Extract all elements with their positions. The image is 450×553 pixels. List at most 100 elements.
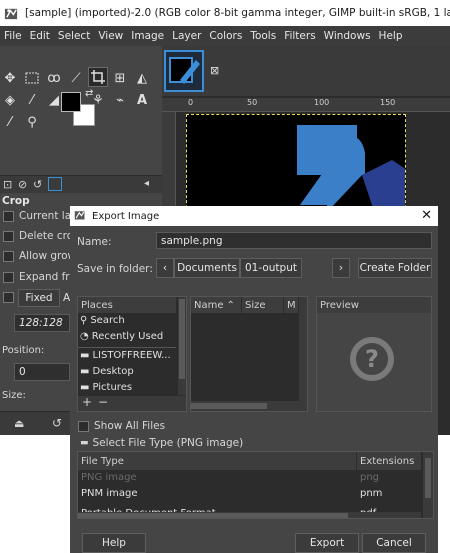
extensions-column-header[interactable]: Extensions [357, 452, 421, 470]
path-forward-button[interactable]: › [332, 258, 350, 278]
show-all-files-option[interactable]: Show All Files [78, 420, 165, 432]
preview-header: Preview [317, 297, 431, 313]
dialog-gimp-icon [74, 209, 86, 224]
tool-options-tab-icon[interactable]: ⊡ [3, 178, 12, 191]
text-tool-icon[interactable]: A [132, 90, 152, 110]
position-x-field[interactable]: 0 [14, 363, 70, 381]
path-back-button[interactable]: ‹ [156, 258, 174, 278]
cancel-button[interactable]: Cancel [362, 533, 426, 553]
delete-crop-option[interactable]: Delete crop [3, 230, 80, 242]
files-hscrollbar-thumb[interactable] [191, 403, 267, 409]
folder-icon: ▬ [80, 382, 90, 393]
move-tool-icon[interactable]: ✥ [0, 68, 20, 88]
place-desktop-label: Desktop [92, 366, 134, 377]
images-tab-icon[interactable] [48, 177, 62, 191]
warp-transform-tool-icon[interactable]: ◭ [132, 68, 152, 88]
fixed-checkbox[interactable] [3, 292, 14, 303]
dock-tabs: ⊡ ⊘ ↺ ◂ [0, 175, 162, 193]
menu-image[interactable]: Image [127, 30, 168, 42]
select-file-type-expander[interactable]: ▬ Select File Type (PNG image) [80, 437, 243, 449]
paintbrush-tool-icon[interactable]: ⁄ [22, 90, 42, 110]
place-recently-used[interactable]: ◔ Recently Used [80, 331, 163, 342]
place-listoffreew[interactable]: ▬ LISTOFFREEW... [80, 350, 171, 361]
bucket-fill-tool-icon[interactable]: ◈ [0, 90, 20, 110]
file-type-row[interactable]: PNM image pnm [78, 487, 421, 503]
place-search[interactable]: ⚲ Search [80, 315, 125, 326]
fixed-option[interactable] [3, 292, 19, 303]
menu-help[interactable]: Help [375, 30, 407, 42]
recent-icon: ◔ [80, 331, 89, 342]
file-type-hscrollbar-thumb[interactable] [78, 513, 348, 518]
menu-select[interactable]: Select [54, 30, 94, 42]
crumb-01-output[interactable]: 01-output [240, 258, 302, 278]
foreground-color-swatch[interactable] [61, 92, 81, 112]
sort-up-icon: ⌃ [226, 299, 235, 311]
export-button[interactable]: Export [295, 533, 359, 553]
current-layer-option[interactable]: Current lay [3, 210, 77, 222]
search-icon: ⚲ [80, 315, 88, 326]
menu-colors[interactable]: Colors [205, 30, 246, 42]
name-column-header[interactable]: Name ⌃ [191, 297, 241, 313]
file-type-row[interactable]: PNG image png [78, 471, 421, 487]
menu-edit[interactable]: Edit [26, 30, 54, 42]
color-picker-tool-icon[interactable]: ⁄ [0, 112, 20, 132]
show-all-files-label: Show All Files [94, 420, 166, 432]
close-image-tab-icon[interactable]: ⊠ [210, 64, 219, 77]
show-all-files-checkbox[interactable] [78, 420, 89, 432]
expand-from-checkbox[interactable] [3, 271, 14, 283]
image-thumbnail-tab[interactable] [164, 50, 204, 92]
place-pictures[interactable]: ▬ Pictures [80, 382, 132, 393]
menu-layer[interactable]: Layer [168, 30, 205, 42]
files-scrollbar[interactable] [299, 297, 307, 411]
places-scrollbar[interactable] [178, 297, 186, 395]
files-hscrollbar[interactable] [191, 401, 299, 411]
device-status-tab-icon[interactable]: ⊘ [18, 178, 27, 191]
menu-windows[interactable]: Windows [320, 30, 375, 42]
places-scrollbar-thumb[interactable] [179, 299, 185, 379]
fixed-button[interactable]: Fixed [18, 289, 60, 307]
reset-options-icon[interactable]: ↺ [52, 416, 62, 430]
zoom-tool-icon[interactable]: ⚲ [22, 112, 42, 132]
undo-history-tab-icon[interactable]: ↺ [33, 178, 42, 191]
file-type-scrollbar[interactable] [423, 452, 433, 518]
filename-input[interactable]: sample.png [156, 232, 432, 249]
paths-tool-icon[interactable]: ⌁ [110, 90, 130, 110]
expand-from-option[interactable]: Expand fro [3, 271, 76, 283]
place-search-label: Search [90, 315, 125, 326]
swap-colors-icon[interactable]: ⇄ [85, 88, 93, 99]
menu-file[interactable]: File [0, 30, 26, 42]
menu-filters[interactable]: Filters [280, 30, 319, 42]
unified-transform-tool-icon[interactable]: ⊞ [110, 68, 130, 88]
aspect-ratio-field[interactable]: 128:128 [14, 314, 70, 332]
places-divider [78, 347, 176, 348]
file-type-name: PNM image [81, 488, 138, 499]
lasso-tool-icon[interactable]: ꝏ [44, 68, 64, 88]
dialog-close-icon[interactable]: ✕ [421, 208, 432, 223]
preview-pane: Preview ? [316, 296, 432, 412]
ruler-mark-150: 150 [380, 98, 396, 107]
help-button[interactable]: Help [82, 533, 146, 553]
delete-crop-checkbox[interactable] [3, 230, 14, 242]
crop-tool-icon[interactable] [88, 67, 108, 87]
file-type-column-header[interactable]: File Type [78, 452, 356, 470]
file-type-hscrollbar[interactable] [78, 512, 421, 518]
dock-menu-icon[interactable]: ◂ [144, 178, 149, 189]
current-layer-checkbox[interactable] [3, 210, 14, 222]
size-column-header[interactable]: Size [242, 297, 283, 313]
allow-grow-option[interactable]: Allow grow [3, 250, 76, 262]
menu-tools[interactable]: Tools [246, 30, 280, 42]
fuzzy-select-tool-icon[interactable]: ⟋ [66, 68, 86, 88]
rect-select-tool-icon[interactable] [22, 68, 42, 88]
menu-view[interactable]: View [94, 30, 127, 42]
modified-column-header[interactable]: M [284, 297, 298, 313]
place-desktop[interactable]: ▬ Desktop [80, 366, 134, 377]
remove-bookmark-button[interactable]: − [98, 395, 108, 409]
file-type-scrollbar-thumb[interactable] [425, 458, 431, 498]
dialog-title: Export Image [92, 210, 160, 222]
add-bookmark-button[interactable]: + [82, 395, 92, 409]
crumb-documents[interactable]: Documents [174, 258, 240, 278]
save-options-icon[interactable]: ⏏ [14, 417, 24, 430]
current-layer-label: Current lay [19, 210, 78, 222]
allow-grow-checkbox[interactable] [3, 250, 14, 262]
create-folder-button[interactable]: Create Folder [358, 258, 432, 278]
